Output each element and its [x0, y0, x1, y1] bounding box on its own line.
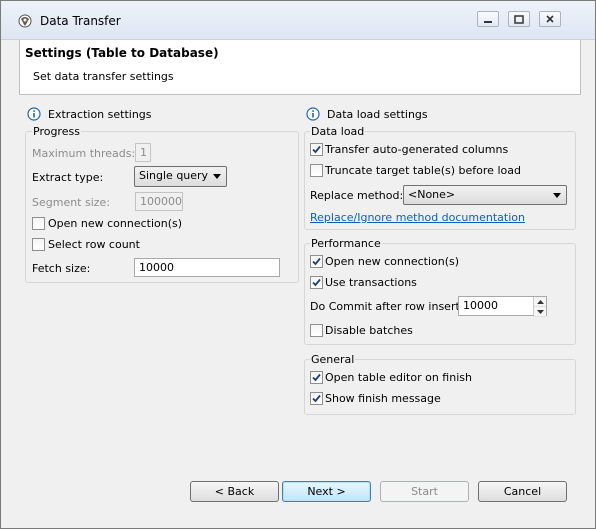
replace-method-doc-link[interactable]: Replace/Ignore method documentation: [310, 211, 525, 224]
open-new-connections-checkbox[interactable]: [32, 217, 45, 230]
app-icon: [18, 14, 32, 28]
transfer-auto-generated-label: Transfer auto-generated columns: [325, 143, 509, 156]
data-transfer-window: Data Transfer Settings (Table to Databas…: [0, 0, 596, 529]
fetch-size-label: Fetch size:: [32, 262, 91, 275]
checkmark-icon: [312, 373, 321, 382]
checkmark-icon: [312, 257, 321, 266]
max-threads-field[interactable]: 1: [135, 143, 151, 162]
info-icon: [27, 107, 41, 121]
maximize-icon: [514, 14, 524, 24]
transfer-auto-generated-checkbox[interactable]: [310, 143, 323, 156]
segment-size-field[interactable]: 100000: [135, 192, 183, 211]
chevron-down-icon: [553, 193, 561, 198]
info-icon: [306, 107, 320, 121]
extraction-settings-heading: Extraction settings: [27, 107, 152, 121]
show-finish-message-checkbox[interactable]: [310, 392, 323, 405]
chevron-down-icon: [213, 174, 221, 179]
title-bar[interactable]: Data Transfer: [1, 1, 595, 40]
replace-method-select[interactable]: <None>: [403, 185, 567, 205]
use-transactions-checkbox[interactable]: [310, 276, 323, 289]
commit-spinner[interactable]: [533, 297, 546, 317]
extract-type-value: Single query: [139, 169, 209, 182]
start-button[interactable]: Start: [380, 481, 469, 502]
progress-group-title: Progress: [32, 125, 81, 138]
spin-up-icon: [536, 299, 544, 304]
window-title: Data Transfer: [40, 14, 121, 28]
open-table-editor-label: Open table editor on finish: [325, 371, 472, 384]
cancel-button-label: Cancel: [503, 485, 542, 498]
replace-method-value: <None>: [408, 188, 456, 201]
disable-batches-label: Disable batches: [325, 324, 413, 337]
checkmark-icon: [312, 394, 321, 403]
maximize-button[interactable]: [508, 11, 530, 27]
checkmark-icon: [312, 145, 321, 154]
use-transactions-label: Use transactions: [325, 276, 417, 289]
close-button[interactable]: [539, 11, 561, 27]
data-load-settings-label: Data load settings: [327, 107, 428, 121]
extract-type-label: Extract type:: [32, 171, 104, 184]
spin-up-button[interactable]: [534, 297, 546, 307]
spin-down-icon: [536, 309, 544, 314]
show-finish-message-label: Show finish message: [325, 392, 441, 405]
minimize-icon: [484, 21, 492, 23]
back-button-label: < Back: [214, 485, 255, 498]
replace-method-label: Replace method:: [310, 189, 404, 202]
extraction-settings-label: Extraction settings: [48, 107, 152, 121]
perf-open-new-connections-label: Open new connection(s): [325, 255, 460, 268]
spin-down-button[interactable]: [534, 307, 546, 317]
truncate-target-label: Truncate target table(s) before load: [325, 164, 521, 177]
select-row-count-checkbox[interactable]: [32, 238, 45, 251]
checkmark-icon: [312, 278, 321, 287]
open-new-connections-label: Open new connection(s): [48, 217, 183, 230]
general-group: [304, 359, 576, 415]
select-row-count-label: Select row count: [48, 238, 140, 251]
back-button[interactable]: < Back: [190, 481, 279, 502]
commit-after-row-label: Do Commit after row insert:: [310, 300, 464, 313]
general-group-title: General: [310, 353, 356, 366]
start-button-label: Start: [411, 485, 438, 498]
segment-size-label: Segment size:: [32, 196, 111, 209]
cancel-button[interactable]: Cancel: [478, 481, 567, 502]
next-button[interactable]: Next >: [282, 481, 371, 502]
truncate-target-checkbox[interactable]: [310, 164, 323, 177]
open-table-editor-checkbox[interactable]: [310, 371, 323, 384]
max-threads-label: Maximum threads:: [32, 147, 136, 160]
data-load-settings-heading: Data load settings: [306, 107, 428, 121]
performance-group-title: Performance: [310, 237, 382, 250]
minimize-button[interactable]: [477, 11, 499, 27]
close-icon: [546, 15, 554, 23]
perf-open-new-connections-checkbox[interactable]: [310, 255, 323, 268]
wizard-header: Settings (Table to Database) Set data tr…: [19, 40, 581, 94]
page-title: Settings (Table to Database): [25, 46, 219, 60]
disable-batches-checkbox[interactable]: [310, 324, 323, 337]
extract-type-select[interactable]: Single query: [134, 166, 227, 187]
page-subtitle: Set data transfer settings: [33, 70, 174, 83]
fetch-size-input[interactable]: 10000: [134, 258, 280, 277]
data-load-group-title: Data load: [310, 125, 366, 138]
commit-after-row-value: 10000: [463, 299, 498, 312]
header-divider: [19, 94, 581, 95]
next-button-label: Next >: [307, 485, 346, 498]
